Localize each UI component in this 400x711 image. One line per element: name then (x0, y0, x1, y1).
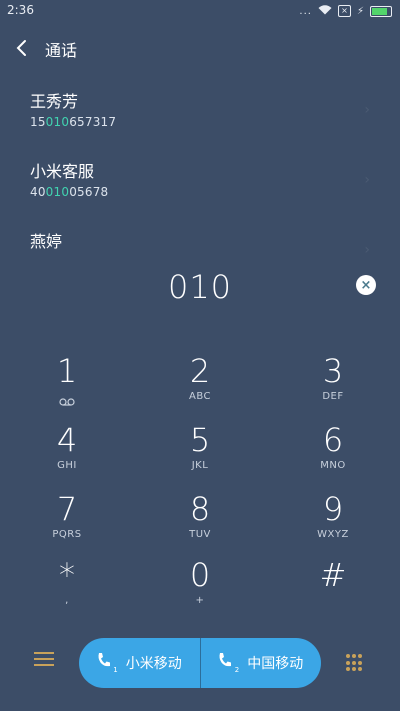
chevron-right-icon: › (364, 242, 370, 258)
sim-index: 2 (234, 665, 240, 674)
key-letters: PQRS (52, 529, 82, 540)
key-digit: # (319, 556, 347, 594)
status-icons: ... × ⚡ (299, 4, 392, 18)
key-star[interactable]: * , (17, 557, 117, 621)
clear-button[interactable]: × (356, 275, 376, 295)
back-icon[interactable] (14, 36, 34, 60)
page-title: 通话 (45, 41, 78, 60)
menu-icon[interactable] (34, 652, 54, 668)
key-1[interactable]: 1 (17, 353, 117, 417)
key-digit: 3 (322, 352, 344, 390)
key-digit: 0 (189, 556, 211, 594)
key-6[interactable]: 6 MNO (283, 422, 383, 486)
key-letters: GHI (57, 460, 77, 471)
key-digit: 1 (56, 352, 78, 390)
contact-number: 4001005678 (30, 185, 370, 199)
key-letters: MNO (320, 460, 346, 471)
number-part: 657317 (69, 115, 117, 129)
key-letters: + (195, 595, 205, 606)
key-0[interactable]: 0 + (150, 557, 250, 621)
key-5[interactable]: 5 JKL (150, 422, 250, 486)
battery-icon (370, 5, 392, 17)
call-sim1-button[interactable]: 1 小米移动 (79, 638, 200, 688)
charging-icon: ⚡ (356, 5, 364, 17)
voicemail-icon (17, 391, 117, 410)
key-letters: TUV (189, 529, 211, 540)
clear-icon: × (360, 277, 372, 293)
key-digit: 5 (189, 421, 211, 459)
wifi-icon (318, 4, 332, 18)
phone-icon: 2 (218, 652, 239, 674)
contact-name: 小米客服 (30, 162, 95, 181)
key-digit: 2 (189, 352, 211, 390)
key-letters: ABC (188, 391, 211, 402)
sim-index: 1 (113, 665, 118, 674)
status-time: 2:36 (7, 3, 34, 17)
key-3[interactable]: 3 DEF (283, 353, 383, 417)
contact-number: 15010657317 (30, 115, 370, 129)
key-letters: , (65, 595, 69, 606)
key-letters: WXYZ (317, 529, 349, 540)
dual-sim-call-buttons: 1 小米移动 2 中国移动 (79, 638, 321, 688)
status-bar: 2:36 ... × ⚡ (0, 0, 400, 22)
contact-name: 王秀芳 (30, 92, 79, 111)
key-7[interactable]: 7 PQRS (17, 491, 117, 555)
bottom-bar: 1 小米移动 2 中国移动 (0, 636, 400, 688)
phone-icon: 1 (97, 652, 118, 674)
notification-dots: ... (299, 5, 312, 17)
key-hash[interactable]: # (283, 557, 383, 621)
contact-item[interactable]: 小米客服 4001005678 › (30, 158, 370, 216)
key-digit: 4 (56, 421, 78, 459)
sim-icon: × (337, 5, 351, 17)
number-match: 010 (45, 115, 70, 129)
key-digit: 6 (322, 421, 344, 459)
number-match: 010 (45, 185, 70, 199)
key-8[interactable]: 8 TUV (150, 491, 250, 555)
key-digit: 7 (56, 490, 78, 528)
call-sim2-button[interactable]: 2 中国移动 (201, 638, 322, 688)
key-digit: 8 (189, 490, 211, 528)
call-sim1-label: 小米移动 (125, 656, 182, 672)
key-digit: * (59, 556, 75, 594)
key-2[interactable]: 2 ABC (150, 353, 250, 417)
contact-item[interactable]: 王秀芳 15010657317 › (30, 88, 370, 146)
header: 通话 (0, 30, 400, 66)
key-letters: JKL (191, 460, 209, 471)
contact-name: 燕婷 (30, 232, 63, 251)
dialed-number: 010 (167, 268, 233, 306)
number-part: 05678 (69, 185, 109, 199)
key-digit: 9 (322, 490, 344, 528)
number-part: 15 (30, 115, 46, 129)
call-sim2-label: 中国移动 (247, 656, 304, 672)
chevron-right-icon: › (364, 102, 370, 118)
chevron-right-icon: › (364, 172, 370, 188)
number-part: 40 (30, 185, 46, 199)
key-letters: DEF (322, 391, 344, 402)
key-9[interactable]: 9 WXYZ (283, 491, 383, 555)
key-4[interactable]: 4 GHI (17, 422, 117, 486)
dialpad-icon[interactable] (346, 654, 364, 672)
